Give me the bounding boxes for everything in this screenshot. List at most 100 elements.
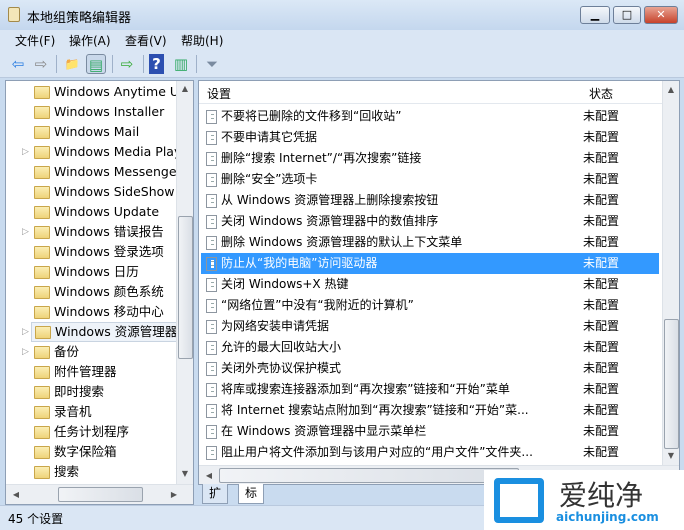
list-vertical-scrollbar[interactable]: ▲ ▼	[662, 81, 679, 465]
tree-item[interactable]: 数字保险箱	[6, 442, 176, 462]
tree-item[interactable]: 任务计划程序	[6, 422, 176, 442]
tree-item[interactable]: Windows Update	[6, 202, 176, 222]
tree-item[interactable]: 附件管理器	[6, 362, 176, 382]
tree-item[interactable]: Windows Messenger	[6, 162, 182, 182]
tab-standard[interactable]: 标准	[238, 484, 265, 519]
policy-row[interactable]: 为网络安装申请凭据 未配置	[201, 316, 659, 337]
scroll-down-arrow[interactable]: ▼	[177, 469, 193, 478]
scroll-thumb[interactable]	[219, 468, 519, 483]
policy-document-icon	[206, 320, 217, 334]
separator	[112, 55, 113, 73]
tree-vertical-scrollbar[interactable]: ▲ ▼	[176, 81, 193, 484]
scroll-thumb[interactable]	[178, 216, 193, 359]
tree-item[interactable]: 录音机	[6, 402, 176, 422]
tree-item[interactable]: Windows 移动中心	[6, 302, 176, 322]
expand-arrow-icon[interactable]: ▷	[22, 142, 29, 162]
tree-item[interactable]: Windows Mail	[6, 122, 176, 142]
tree-item[interactable]: 搜索	[6, 462, 176, 482]
expand-arrow-icon[interactable]: ▷	[22, 322, 29, 342]
scroll-thumb[interactable]	[58, 487, 143, 502]
policy-row[interactable]: 在 Windows 资源管理器中显示菜单栏 未配置	[201, 421, 659, 442]
filter-icon[interactable]: ⏷	[202, 54, 222, 74]
scroll-up-arrow[interactable]: ▲	[663, 85, 679, 94]
tree-item[interactable]: Windows 颜色系统	[6, 282, 176, 302]
tree-item[interactable]: 即时搜索	[6, 382, 176, 402]
policy-row[interactable]: 删除“搜索 Internet”/“再次搜索”链接 未配置	[201, 148, 659, 169]
policy-state: 未配置	[583, 130, 620, 144]
help-icon[interactable]: ?	[149, 54, 164, 74]
policy-document-icon	[206, 110, 217, 124]
folder-icon	[34, 106, 50, 119]
watermark-url: aichunjing.com	[556, 510, 659, 524]
policy-row[interactable]: 将 Internet 搜索站点附加到“再次搜索”链接和“开始”菜... 未配置	[201, 400, 659, 421]
policy-row[interactable]: 关闭外壳协议保护模式 未配置	[201, 358, 659, 379]
tree-pane: Windows Anytime Up Windows Installer Windo…	[5, 80, 194, 505]
settings-pane: 设置 状态 不要将已删除的文件移到“回收站” 未配置 不要申请其它凭据 未配置 删除“搜…	[198, 80, 680, 485]
folder-icon	[34, 286, 50, 299]
forward-icon[interactable]: ⇨	[31, 54, 51, 74]
separator	[143, 55, 144, 73]
expand-arrow-icon[interactable]: ▷	[22, 222, 29, 242]
folder-icon	[34, 466, 50, 479]
policy-name: 阻止用户将文件添加到与该用户对应的“用户文件”文件夹...	[221, 445, 533, 459]
policy-row[interactable]: 不要将已删除的文件移到“回收站” 未配置	[201, 106, 659, 127]
expand-arrow-icon[interactable]: ▷	[22, 342, 29, 362]
folder-icon	[34, 266, 50, 279]
policy-row[interactable]: 允许的最大回收站大小 未配置	[201, 337, 659, 358]
export-list-icon[interactable]: ⇨	[117, 54, 137, 74]
tree-item-label: Windows 移动中心	[54, 304, 164, 319]
maximize-button[interactable]: □	[613, 6, 641, 24]
tree-item[interactable]: Windows SideShow	[6, 182, 176, 202]
policy-row[interactable]: 关闭 Windows+X 热键 未配置	[201, 274, 659, 295]
policy-name: “网络位置”中没有“我附近的计算机”	[221, 298, 414, 312]
scroll-down-arrow[interactable]: ▼	[663, 451, 679, 460]
policy-row[interactable]: 删除 Windows 资源管理器的默认上下文菜单 未配置	[201, 232, 659, 253]
scroll-right-arrow[interactable]: ▶	[166, 490, 182, 499]
tree-item[interactable]: Windows Installer	[6, 102, 176, 122]
minimize-button[interactable]: ▁	[580, 6, 610, 24]
back-icon[interactable]: ⇦	[8, 54, 28, 74]
policy-name: 允许的最大回收站大小	[221, 340, 342, 354]
tree-item[interactable]: Windows 登录选项	[6, 242, 176, 262]
policy-document-icon	[206, 215, 217, 229]
tree-item[interactable]: ▷ 备份	[6, 342, 176, 362]
policy-state: 未配置	[583, 298, 620, 312]
up-folder-icon[interactable]: 📁	[62, 54, 82, 74]
menu-action[interactable]: 操作(A)	[69, 32, 111, 49]
scroll-left-arrow[interactable]: ◀	[201, 471, 217, 480]
show-hide-tree-icon[interactable]: ▤	[86, 54, 106, 74]
tree-item[interactable]: ▷ Windows 错误报告	[6, 222, 176, 242]
menu-help[interactable]: 帮助(H)	[181, 32, 223, 49]
menu-view[interactable]: 查看(V)	[125, 32, 167, 49]
scroll-up-arrow[interactable]: ▲	[177, 84, 193, 93]
tree-item[interactable]: Windows Anytime Up	[6, 82, 187, 102]
policy-document-icon	[206, 131, 217, 145]
tree-item[interactable]: Windows 日历	[6, 262, 176, 282]
scroll-left-arrow[interactable]: ◀	[8, 490, 24, 499]
properties-icon[interactable]: ▥	[171, 54, 191, 74]
policy-name: 关闭 Windows+X 热键	[221, 277, 349, 291]
watermark: 爱纯净 aichunjing.com	[484, 470, 684, 530]
tree-item[interactable]: Windows 资源管理器	[31, 322, 179, 342]
tree-item[interactable]: ▷ Windows Media Playe	[6, 142, 189, 162]
policy-row[interactable]: 阻止用户将文件添加到与该用户对应的“用户文件”文件夹... 未配置	[201, 442, 659, 463]
policy-row[interactable]: “网络位置”中没有“我附近的计算机” 未配置	[201, 295, 659, 316]
menu-bar: 文件(F) 操作(A) 查看(V) 帮助(H)	[0, 30, 684, 50]
policy-row[interactable]: 防止从“我的电脑”访问驱动器 未配置	[201, 253, 659, 274]
toolbar: ⇦ ⇨ 📁 ▤ ⇨ ? ▥ ⏷	[0, 50, 684, 78]
policy-row[interactable]: 不要申请其它凭据 未配置	[201, 127, 659, 148]
tab-extended[interactable]: 扩展	[202, 484, 229, 519]
menu-file[interactable]: 文件(F)	[15, 32, 55, 49]
scroll-thumb[interactable]	[664, 319, 679, 449]
folder-icon	[35, 326, 51, 339]
folder-icon	[34, 186, 50, 199]
folder-icon	[34, 86, 50, 99]
tree-horizontal-scrollbar[interactable]: ◀ ▶	[6, 484, 193, 504]
policy-row[interactable]: 将库或搜索连接器添加到“再次搜索”链接和“开始”菜单 未配置	[201, 379, 659, 400]
policy-row[interactable]: 删除“安全”选项卡 未配置	[201, 169, 659, 190]
close-button[interactable]: ✕	[644, 6, 678, 24]
policy-row[interactable]: 从 Windows 资源管理器上删除搜索按钮 未配置	[201, 190, 659, 211]
column-header-setting[interactable]: 设置	[207, 85, 231, 102]
column-header-state[interactable]: 状态	[589, 85, 613, 102]
policy-row[interactable]: 关闭 Windows 资源管理器中的数值排序 未配置	[201, 211, 659, 232]
